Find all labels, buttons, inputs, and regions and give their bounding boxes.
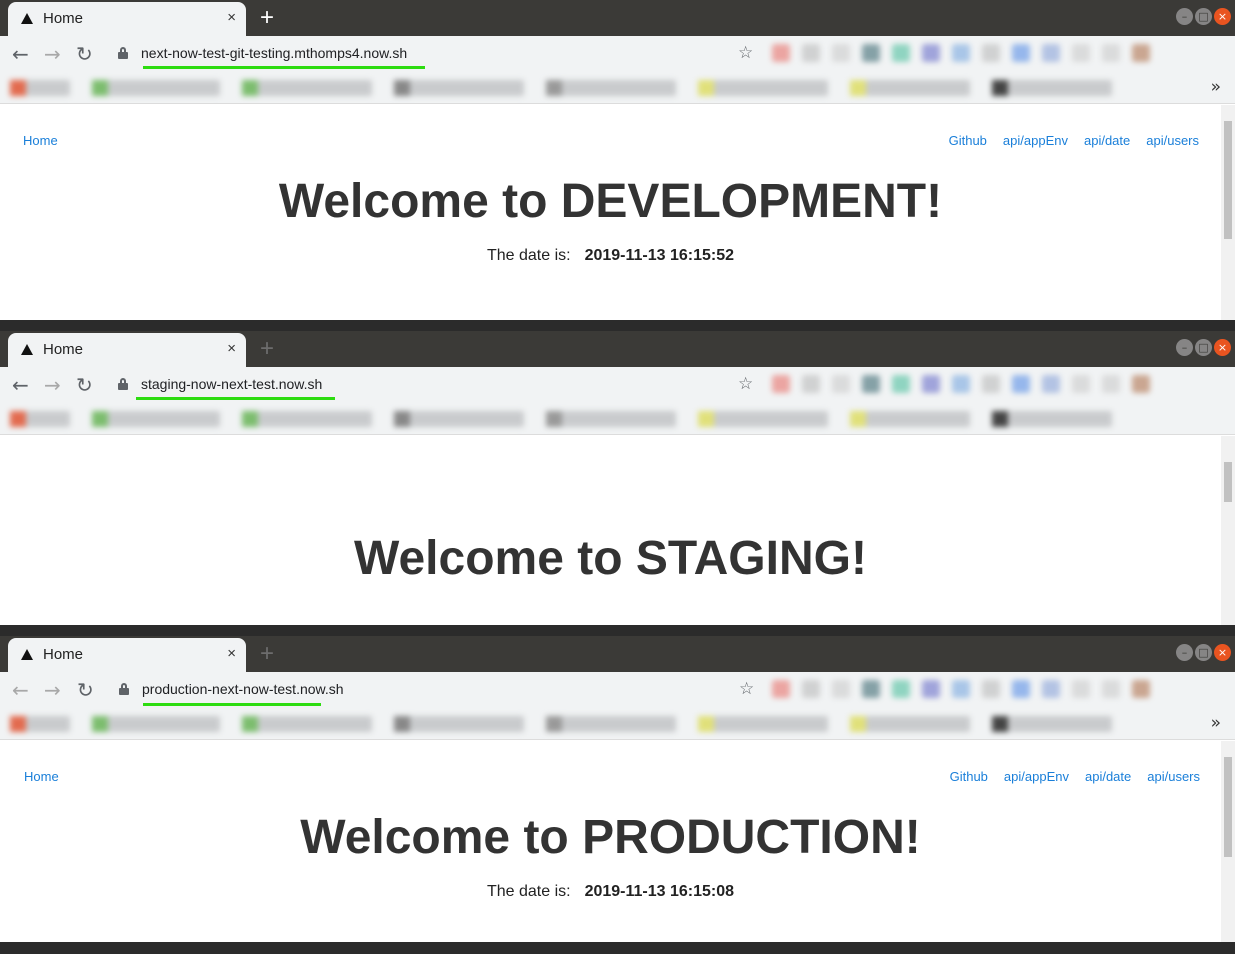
- back-icon[interactable]: ←: [12, 373, 29, 397]
- date-line: The date is: 2019-11-13 16:15:52: [0, 247, 1221, 265]
- back-icon[interactable]: ←: [12, 42, 29, 66]
- scrollbar-thumb[interactable]: [1224, 757, 1232, 857]
- url-underline: [136, 397, 335, 400]
- url-underline: [143, 703, 321, 706]
- tab-close-icon[interactable]: ×: [227, 645, 236, 662]
- nav-links: Github api/appEnv api/date api/users: [934, 769, 1200, 784]
- browser-window-production: Home × + – □ × ← → ↻ production-next-now-t…: [0, 636, 1235, 942]
- favicon-triangle-icon: [21, 13, 33, 24]
- date-label: The date is:: [486, 247, 571, 264]
- bookmarks-overflow-icon[interactable]: »: [1211, 713, 1221, 733]
- browser-window-development: Home × + – □ × ← → ↻ next-now-test-git-tes…: [0, 0, 1235, 320]
- address-toolbar: ← → ↻ staging-now-next-test.now.sh ☆: [0, 367, 1235, 403]
- home-link[interactable]: Home: [23, 133, 58, 148]
- minimize-icon[interactable]: –: [1176, 644, 1193, 661]
- address-toolbar: ← → ↻ production-next-now-test.now.sh ☆: [0, 672, 1235, 708]
- title-bar: Home × + – □ ×: [0, 0, 1235, 36]
- window-controls: – □ ×: [1174, 7, 1231, 25]
- window-controls: – □ ×: [1174, 643, 1231, 661]
- favicon-triangle-icon: [21, 344, 33, 355]
- page-heading: Welcome to STAGING!: [354, 532, 867, 585]
- page-content: Home Github api/appEnv api/date api/users W…: [0, 741, 1221, 942]
- page-content: Home Github api/appEnv api/date api/users W…: [0, 105, 1221, 320]
- forward-icon[interactable]: →: [44, 373, 61, 397]
- maximize-icon[interactable]: □: [1195, 339, 1212, 356]
- window-close-icon[interactable]: ×: [1214, 644, 1231, 661]
- scrollbar[interactable]: [1221, 105, 1235, 320]
- lock-icon: [118, 47, 128, 59]
- reload-icon[interactable]: ↻: [76, 42, 93, 66]
- bookmarks-blurred: [10, 411, 1195, 429]
- tab-title: Home: [43, 10, 84, 27]
- home-link[interactable]: Home: [24, 769, 59, 784]
- date-line: The date is: 2019-11-13 16:15:08: [0, 883, 1221, 901]
- page-heading: Welcome to DEVELOPMENT!: [278, 175, 943, 228]
- api-users-link[interactable]: api/users: [1147, 769, 1200, 784]
- maximize-icon[interactable]: □: [1195, 644, 1212, 661]
- minimize-icon[interactable]: –: [1176, 339, 1193, 356]
- url-field[interactable]: next-now-test-git-testing.mthomps4.now.s…: [141, 45, 407, 61]
- bookmarks-blurred: [10, 716, 1195, 734]
- maximize-icon[interactable]: □: [1195, 8, 1212, 25]
- new-tab-icon[interactable]: +: [260, 4, 274, 32]
- tab-home[interactable]: Home ×: [8, 638, 246, 672]
- scrollbar-thumb[interactable]: [1224, 462, 1232, 502]
- bookmarks-overflow-icon[interactable]: »: [1211, 77, 1221, 97]
- reload-icon[interactable]: ↻: [77, 678, 94, 702]
- tab-title: Home: [43, 341, 84, 358]
- bookmarks-bar: [0, 403, 1235, 435]
- new-tab-icon[interactable]: +: [260, 640, 274, 668]
- reload-icon[interactable]: ↻: [76, 373, 93, 397]
- url-field[interactable]: staging-now-next-test.now.sh: [141, 376, 322, 392]
- tab-home[interactable]: Home ×: [8, 2, 246, 36]
- scrollbar[interactable]: [1221, 741, 1235, 942]
- url-underline: [143, 66, 425, 69]
- extensions-area: [772, 375, 1230, 397]
- extensions-area: [772, 680, 1230, 702]
- date-value: 2019-11-13 16:15:08: [584, 883, 735, 900]
- page-heading: Welcome to PRODUCTION!: [300, 811, 921, 864]
- lock-icon: [118, 378, 128, 390]
- favicon-triangle-icon: [21, 649, 33, 660]
- minimize-icon[interactable]: –: [1176, 8, 1193, 25]
- title-bar: Home × + – □ ×: [0, 636, 1235, 672]
- scrollbar-thumb[interactable]: [1224, 121, 1232, 239]
- back-icon[interactable]: ←: [12, 678, 29, 702]
- api-appenv-link[interactable]: api/appEnv: [1003, 133, 1068, 148]
- tab-close-icon[interactable]: ×: [227, 9, 236, 26]
- bookmarks-blurred: [10, 80, 1195, 98]
- api-date-link[interactable]: api/date: [1084, 133, 1130, 148]
- api-appenv-link[interactable]: api/appEnv: [1004, 769, 1069, 784]
- github-link[interactable]: Github: [949, 133, 987, 148]
- api-date-link[interactable]: api/date: [1085, 769, 1131, 784]
- api-users-link[interactable]: api/users: [1146, 133, 1199, 148]
- bookmarks-bar: »: [0, 72, 1235, 104]
- date-label: The date is:: [486, 883, 571, 900]
- new-tab-icon[interactable]: +: [260, 335, 274, 363]
- lock-icon: [119, 683, 129, 695]
- window-close-icon[interactable]: ×: [1214, 8, 1231, 25]
- tab-home[interactable]: Home ×: [8, 333, 246, 367]
- tab-title: Home: [43, 646, 84, 663]
- bookmark-star-icon[interactable]: ☆: [739, 679, 754, 699]
- forward-icon[interactable]: →: [44, 42, 61, 66]
- forward-icon[interactable]: →: [44, 678, 61, 702]
- tab-close-icon[interactable]: ×: [227, 340, 236, 357]
- date-value: 2019-11-13 16:15:52: [584, 247, 735, 264]
- page-content: Welcome to STAGING!: [0, 436, 1221, 625]
- bookmark-star-icon[interactable]: ☆: [738, 374, 753, 394]
- browser-window-staging: Home × + – □ × ← → ↻ staging-now-next-test…: [0, 331, 1235, 625]
- address-toolbar: ← → ↻ next-now-test-git-testing.mthomps4…: [0, 36, 1235, 72]
- github-link[interactable]: Github: [950, 769, 988, 784]
- scrollbar[interactable]: [1221, 436, 1235, 625]
- title-bar: Home × + – □ ×: [0, 331, 1235, 367]
- bookmark-star-icon[interactable]: ☆: [738, 43, 753, 63]
- nav-links: Github api/appEnv api/date api/users: [933, 133, 1199, 148]
- extensions-area: [772, 44, 1230, 66]
- bookmarks-bar: »: [0, 708, 1235, 740]
- window-close-icon[interactable]: ×: [1214, 339, 1231, 356]
- url-field[interactable]: production-next-now-test.now.sh: [142, 681, 344, 697]
- window-controls: – □ ×: [1174, 338, 1231, 356]
